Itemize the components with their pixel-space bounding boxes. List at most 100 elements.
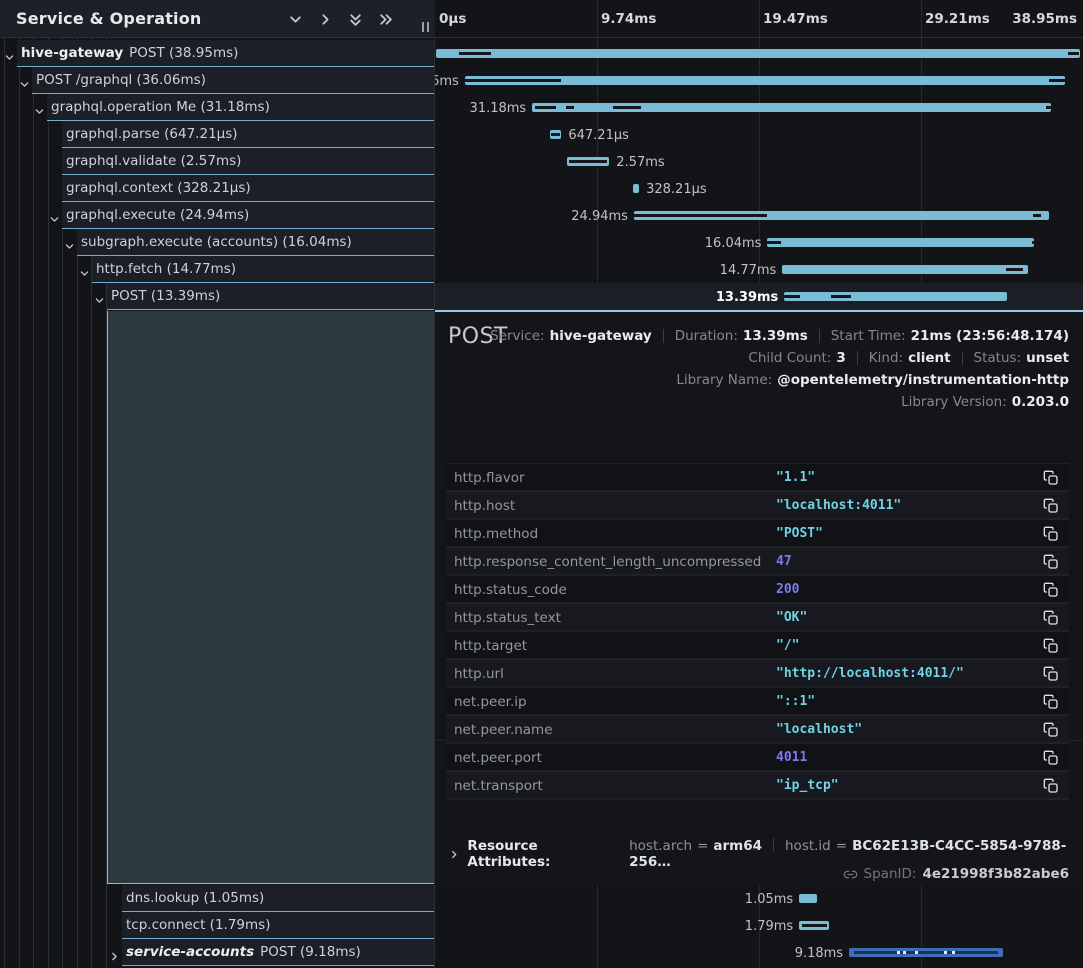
timeline-row[interactable]: 1.79ms <box>435 912 1083 939</box>
operation-name: graphql.validate (2.57ms) <box>66 153 241 169</box>
copy-icon[interactable] <box>1043 694 1059 710</box>
detail-field-label: Duration: <box>675 328 738 344</box>
chevron-down-icon[interactable] <box>64 237 75 248</box>
link-icon[interactable] <box>843 867 858 882</box>
span-bar[interactable] <box>567 157 610 166</box>
chevron-right-icon[interactable] <box>109 947 120 958</box>
operation-name: POST (9.18ms) <box>260 944 361 960</box>
span-bar[interactable] <box>767 238 1034 247</box>
timeline-row[interactable] <box>435 40 1083 67</box>
timeline-row[interactable]: 36.06ms <box>435 67 1083 94</box>
chevron-down-icon[interactable] <box>94 291 105 302</box>
span-row[interactable]: POST (13.39ms) <box>0 283 435 310</box>
span-row[interactable]: graphql.parse (647.21µs) <box>0 121 435 148</box>
copy-icon[interactable] <box>1043 582 1059 598</box>
copy-icon[interactable] <box>1043 610 1059 626</box>
timeline-tick-label: 0µs <box>439 11 466 27</box>
copy-icon[interactable] <box>1043 526 1059 542</box>
attribute-key: http.method <box>454 526 538 542</box>
span-row[interactable]: graphql.context (328.21µs) <box>0 175 435 202</box>
span-row[interactable]: tcp.connect (1.79ms) <box>0 912 435 939</box>
span-bar[interactable] <box>634 211 1049 220</box>
child-span-dot <box>903 951 906 954</box>
span-row[interactable]: subgraph.execute (accounts) (16.04ms) <box>0 229 435 256</box>
span-duration-label: 31.18ms <box>470 101 527 116</box>
child-span-tick <box>613 106 642 109</box>
timeline-row[interactable]: 2.57ms <box>435 148 1083 175</box>
span-row[interactable]: POST /graphql (36.06ms) <box>0 67 435 94</box>
trace-viewer: Service & Operation hive-gatewayPOST (38… <box>0 0 1083 968</box>
span-row[interactable]: graphql.operation Me (31.18ms) <box>0 94 435 121</box>
chevron-down-icon[interactable] <box>34 102 45 113</box>
span-row[interactable]: http.fetch (14.77ms) <box>0 256 435 283</box>
timeline-row[interactable]: 647.21µs <box>435 121 1083 148</box>
timeline-row[interactable]: 13.39ms <box>435 283 1083 310</box>
span-row[interactable]: hive-gatewayPOST (38.95ms) <box>0 40 435 67</box>
attribute-value: "localhost:4011" <box>776 498 901 513</box>
equals-sign: = <box>697 838 708 854</box>
child-span-tick <box>569 160 607 163</box>
service-name: service-accounts <box>126 944 254 960</box>
attribute-row: net.peer.port4011 <box>446 744 1069 772</box>
span-row[interactable]: dns.lookup (1.05ms) <box>0 885 435 912</box>
attribute-key: net.peer.name <box>454 722 553 738</box>
copy-icon[interactable] <box>1043 778 1059 794</box>
tree-controls <box>288 0 393 38</box>
timeline-row[interactable]: 328.21µs <box>435 175 1083 202</box>
chevron-down-icon[interactable] <box>79 264 90 275</box>
span-row[interactable]: graphql.validate (2.57ms) <box>0 148 435 175</box>
span-bar[interactable] <box>550 130 562 139</box>
span-row-label: service-accounts POST (9.18ms) <box>122 939 434 966</box>
timeline-row[interactable]: 24.94ms <box>435 202 1083 229</box>
span-row-label: graphql.operation Me (31.18ms) <box>47 94 434 121</box>
attribute-value: 47 <box>776 554 792 569</box>
expand-all-icon[interactable] <box>378 12 393 27</box>
timeline-panel: 0µs9.74ms19.47ms29.21ms38.95ms 36.06ms 31… <box>435 0 1083 968</box>
panel-divider[interactable] <box>434 0 435 968</box>
copy-icon[interactable] <box>1043 470 1059 486</box>
span-bar[interactable] <box>799 894 816 903</box>
copy-icon[interactable] <box>1043 722 1059 738</box>
attribute-value: "/" <box>776 638 799 653</box>
copy-icon[interactable] <box>1043 638 1059 654</box>
copy-icon[interactable] <box>1043 554 1059 570</box>
span-row-label: hive-gatewayPOST (38.95ms) <box>17 40 434 67</box>
timeline-header: 0µs9.74ms19.47ms29.21ms38.95ms <box>435 0 1083 38</box>
timeline-row[interactable]: 9.18ms <box>435 939 1083 966</box>
collapse-all-icon[interactable] <box>348 12 363 27</box>
detail-field-value: hive-gateway <box>550 328 652 344</box>
timeline-row[interactable]: 16.04ms <box>435 229 1083 256</box>
span-bar[interactable] <box>436 49 1080 58</box>
expand-one-icon[interactable] <box>318 12 333 27</box>
span-bar[interactable] <box>465 76 1065 85</box>
detail-info-line: Service:hive-gatewayDuration:13.39msStar… <box>490 325 1069 347</box>
span-row[interactable]: service-accounts POST (9.18ms) <box>0 939 435 966</box>
attribute-key: http.target <box>454 638 527 654</box>
span-bar[interactable] <box>849 948 1003 957</box>
attribute-key: http.url <box>454 666 504 682</box>
detail-field-value: unset <box>1026 350 1069 366</box>
copy-icon[interactable] <box>1043 498 1059 514</box>
operation-name: dns.lookup (1.05ms) <box>126 890 264 906</box>
span-bar[interactable] <box>782 265 1028 274</box>
chevron-right-icon <box>449 849 459 860</box>
span-bar[interactable] <box>532 103 1050 112</box>
attribute-key: net.peer.port <box>454 750 542 766</box>
detail-info-line: Library Version:0.203.0 <box>490 391 1069 413</box>
panel-resize-handle[interactable] <box>422 22 429 32</box>
chevron-down-icon[interactable] <box>19 75 30 86</box>
operation-name: http.fetch (14.77ms) <box>96 261 236 277</box>
span-row[interactable]: graphql.execute (24.94ms) <box>0 202 435 229</box>
timeline-row[interactable]: 14.77ms <box>435 256 1083 283</box>
copy-icon[interactable] <box>1043 750 1059 766</box>
copy-icon[interactable] <box>1043 666 1059 682</box>
span-bar[interactable] <box>799 921 829 930</box>
equals-sign: = <box>836 838 847 854</box>
timeline-row[interactable]: 1.05ms <box>435 885 1083 912</box>
timeline-row[interactable]: 31.18ms <box>435 94 1083 121</box>
span-bar[interactable] <box>784 292 1007 301</box>
collapse-one-icon[interactable] <box>288 12 303 27</box>
chevron-down-icon[interactable] <box>49 210 60 221</box>
span-bar[interactable] <box>633 184 639 193</box>
chevron-down-icon[interactable] <box>4 48 15 59</box>
